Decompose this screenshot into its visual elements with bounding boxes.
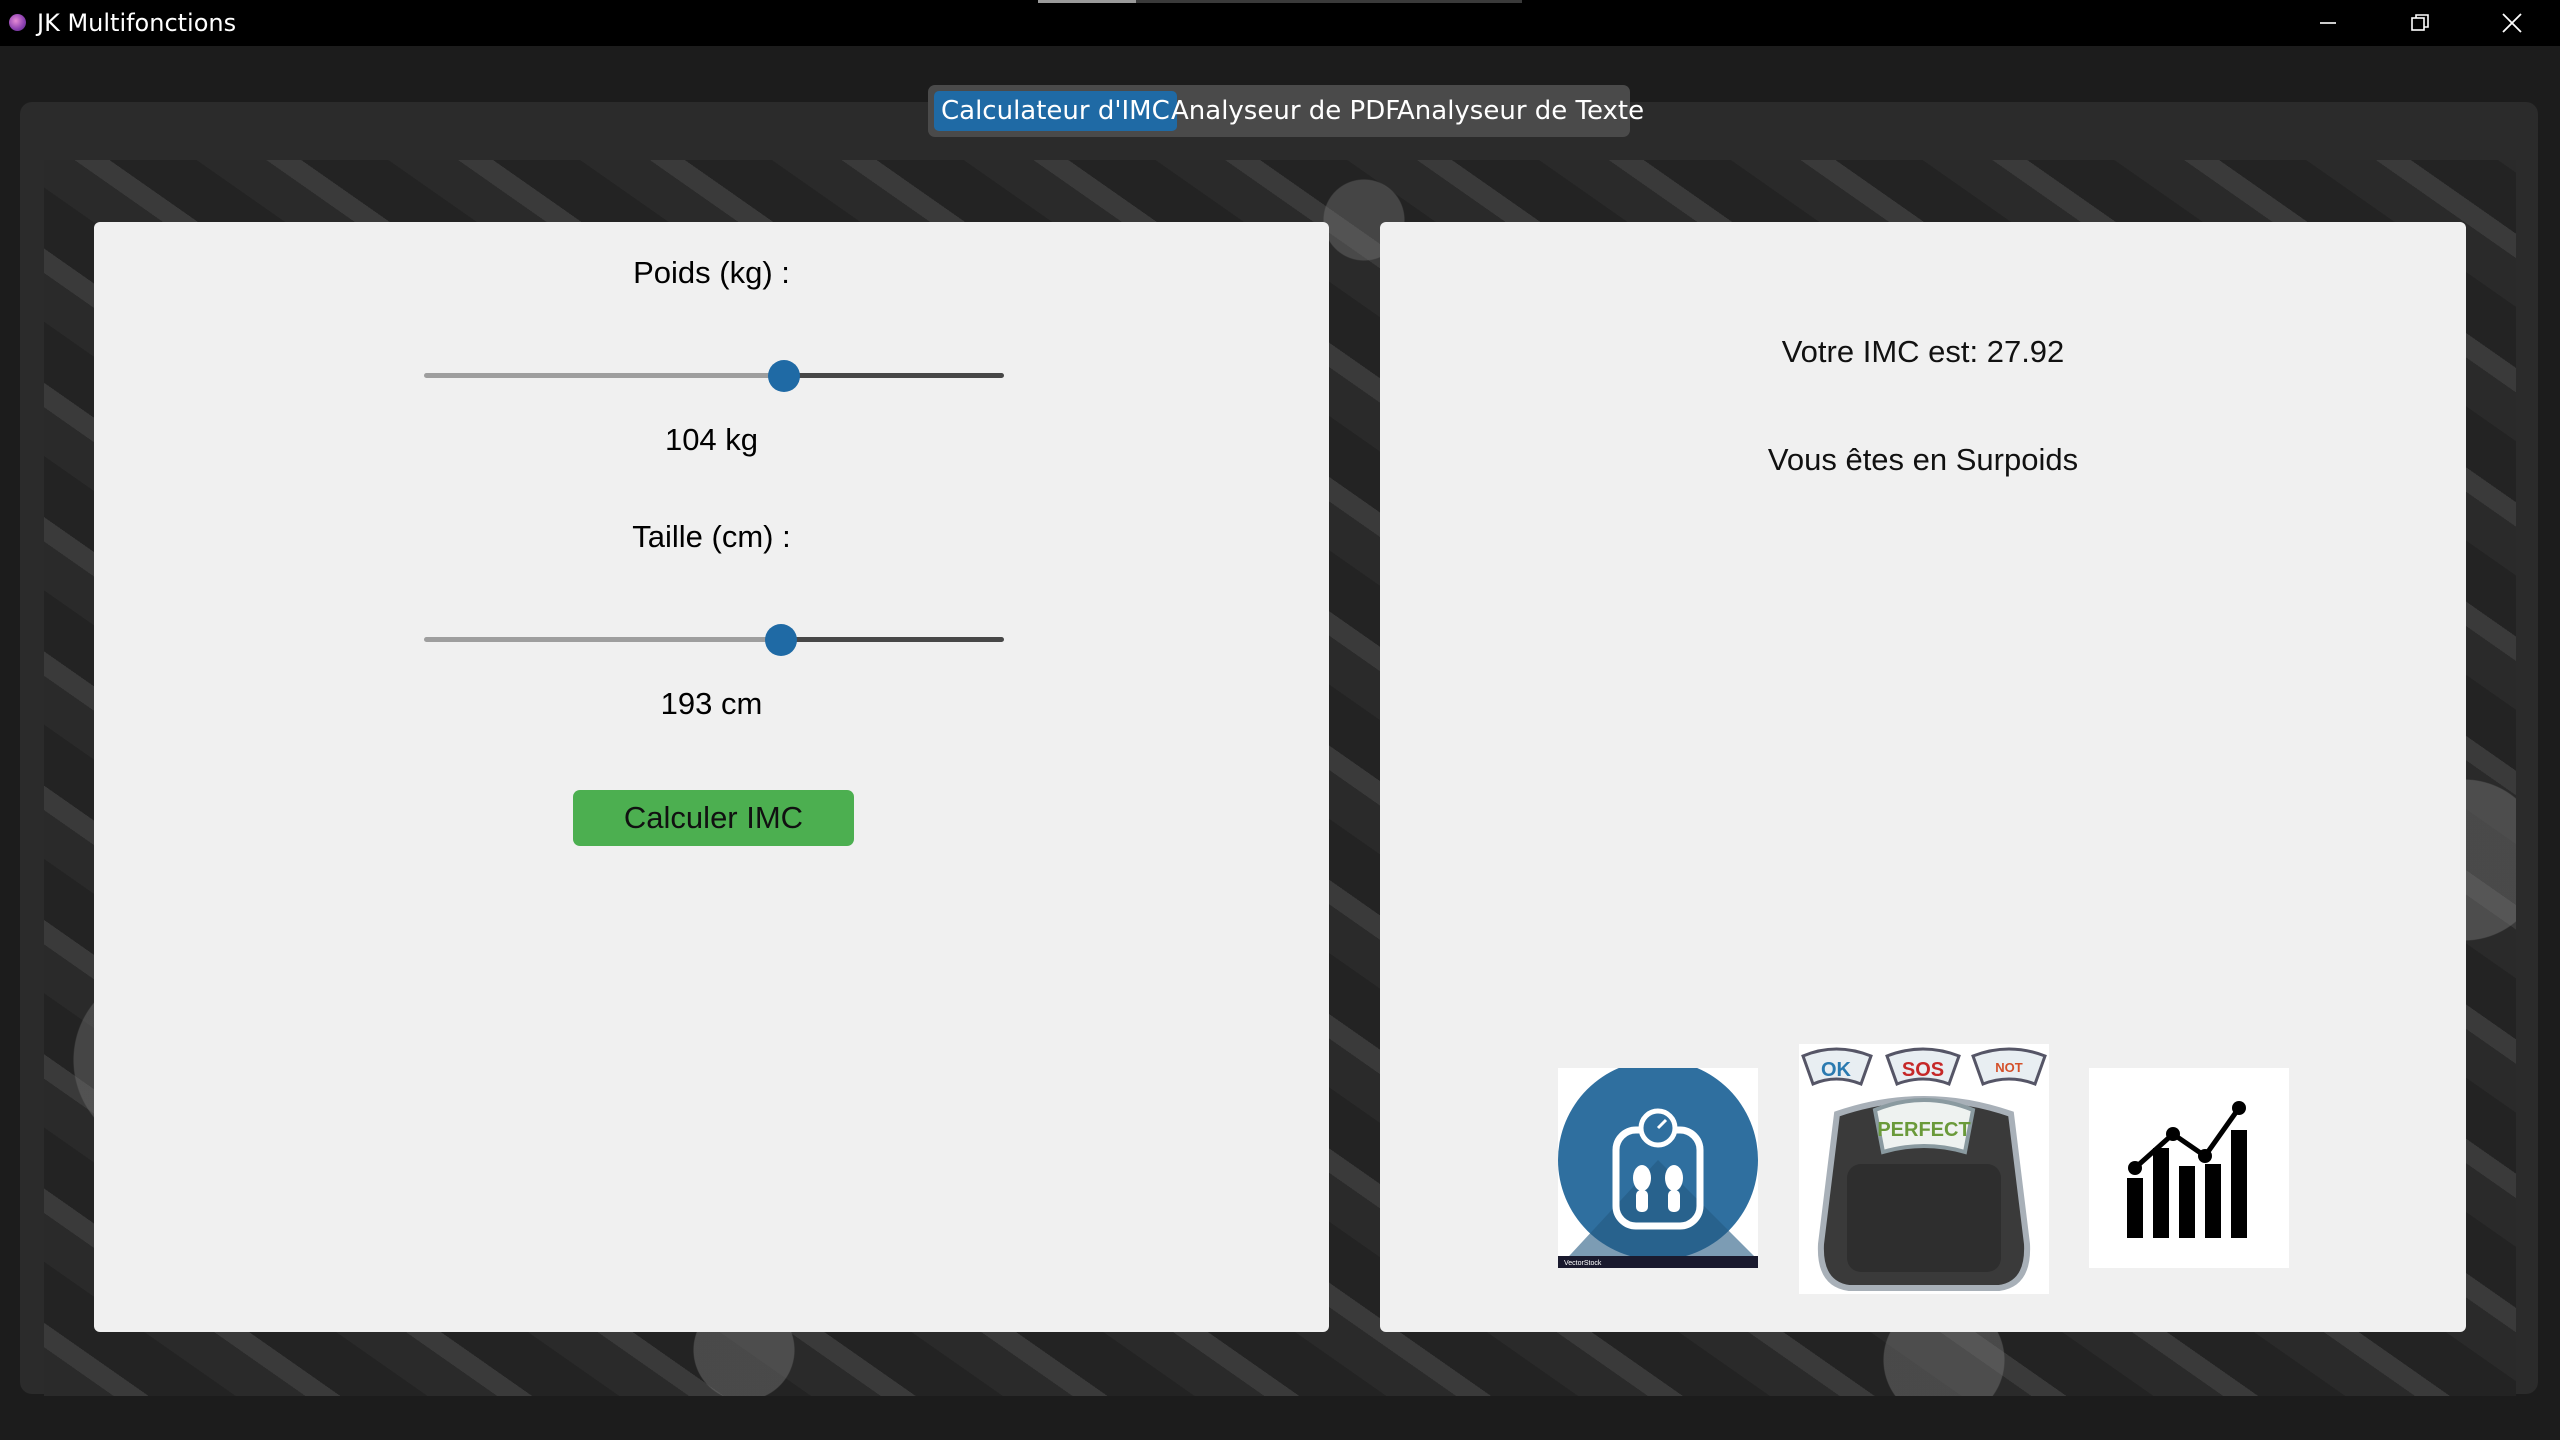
bathroom-scale-icon: OK SOS NOT PERFECT — [1799, 1044, 2049, 1294]
tab-text-analyzer[interactable]: Analyseur de Texte — [1390, 91, 1651, 131]
vectorstock-logo-text: VectorStock — [1564, 1260, 1602, 1267]
chart-image — [2089, 1068, 2289, 1268]
height-slider[interactable] — [424, 620, 1004, 660]
scale-perfect-text: PERFECT — [1877, 1119, 1970, 1141]
title-bar-accent — [1038, 0, 1522, 3]
bar-chart-icon — [2089, 1068, 2289, 1268]
restore-button[interactable] — [2374, 0, 2466, 46]
close-icon — [2502, 13, 2522, 33]
title-bar: JK Multifonctions — [0, 0, 2560, 46]
weight-value: 104 kg — [664, 422, 759, 457]
weight-label: Poids (kg) : — [633, 255, 790, 290]
imc-result-text: Votre IMC est: 27.92 — [1781, 334, 2065, 369]
input-panel: Poids (kg) : 104 kg Taille (cm) : 193 cm… — [94, 222, 1329, 1332]
height-label: Taille (cm) : — [632, 519, 791, 554]
restore-icon — [2411, 14, 2429, 31]
minimize-icon — [2320, 22, 2336, 24]
tab-imc-calculator[interactable]: Calculateur d'IMC — [934, 91, 1177, 131]
dial-sos-text: SOS — [1902, 1059, 1944, 1081]
dial-not-text: NOT — [1995, 1060, 2023, 1075]
tab-bar: Calculateur d'IMC Analyseur de PDF Analy… — [928, 85, 1644, 137]
weight-slider[interactable] — [424, 356, 1004, 396]
window-title: JK Multifonctions — [37, 9, 237, 37]
close-button[interactable] — [2466, 0, 2558, 46]
scale-icon: VectorStock — [1558, 1060, 1758, 1268]
calculate-imc-button[interactable]: Calculer IMC — [573, 790, 854, 846]
result-panel: Votre IMC est: 27.92 Vous êtes en Surpoi… — [1380, 222, 2466, 1332]
scale-dials-image: OK SOS NOT PERFECT — [1799, 1044, 2049, 1294]
dial-ok-text: OK — [1821, 1059, 1852, 1081]
height-slider-track[interactable] — [424, 637, 1004, 642]
weight-slider-handle[interactable] — [767, 360, 800, 392]
height-value: 193 cm — [660, 686, 763, 721]
minimize-button[interactable] — [2282, 0, 2374, 46]
imc-category-text: Vous êtes en Surpoids — [1767, 442, 2079, 477]
weight-slider-track[interactable] — [424, 373, 1004, 378]
height-slider-handle[interactable] — [764, 624, 797, 656]
scale-image: VectorStock — [1558, 1060, 1758, 1268]
content-area: Poids (kg) : 104 kg Taille (cm) : 193 cm… — [44, 160, 2516, 1396]
tab-pdf-analyzer[interactable]: Analyseur de PDF — [1164, 91, 1407, 131]
app-icon — [9, 14, 26, 31]
